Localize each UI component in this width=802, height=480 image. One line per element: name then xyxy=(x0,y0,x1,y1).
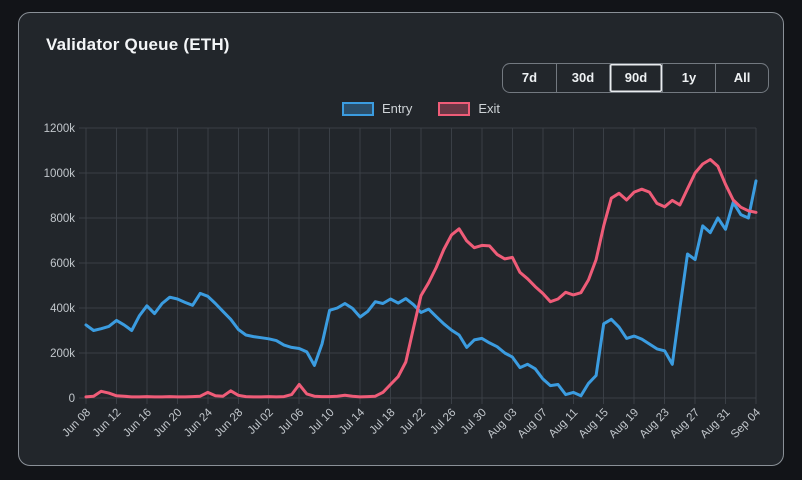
x-axis-label: Jun 08 xyxy=(60,407,93,440)
chart-canvas[interactable]: 0200k400k600k800k1000k1200kJun 08Jun 12J… xyxy=(19,108,783,460)
y-axis-label: 600k xyxy=(50,258,75,270)
axis-labels: 0200k400k600k800k1000k1200kJun 08Jun 12J… xyxy=(44,123,764,441)
x-axis-label: Aug 23 xyxy=(637,407,671,441)
x-axis-label: Jul 26 xyxy=(428,407,458,437)
y-axis-label: 400k xyxy=(50,303,75,315)
x-axis-label: Jul 02 xyxy=(246,407,276,437)
x-axis-label: Jul 22 xyxy=(398,407,428,437)
x-axis-label: Sep 04 xyxy=(729,406,764,441)
validator-queue-card: Validator Queue (ETH) 7d 30d 90d 1y All Entr… xyxy=(18,12,784,466)
x-axis-label: Jul 14 xyxy=(337,406,368,437)
range-button-1y[interactable]: 1y xyxy=(662,64,715,92)
range-button-7d[interactable]: 7d xyxy=(503,64,556,92)
y-axis-label: 0 xyxy=(69,393,75,405)
y-axis-label: 1000k xyxy=(44,168,76,180)
x-axis-label: Jun 12 xyxy=(91,407,124,440)
x-axis-label: Jun 20 xyxy=(152,407,185,440)
y-axis-label: 1200k xyxy=(44,123,76,135)
x-axis-label: Aug 11 xyxy=(547,407,581,441)
page-title: Validator Queue (ETH) xyxy=(46,35,230,54)
grid-lines xyxy=(79,127,757,404)
x-axis-label: Jun 24 xyxy=(182,406,215,439)
y-axis-label: 800k xyxy=(50,213,75,225)
x-axis-label: Jul 06 xyxy=(276,407,306,437)
x-axis-label: Aug 19 xyxy=(607,407,641,441)
range-selector: 7d 30d 90d 1y All xyxy=(502,63,769,93)
x-axis-label: Jun 16 xyxy=(121,407,154,440)
x-axis-label: Jul 10 xyxy=(307,407,337,437)
x-axis-label: Jul 18 xyxy=(367,407,397,437)
page-background: { "card": { "title": "Validator Queue (E… xyxy=(0,0,802,480)
x-axis-label: Jun 28 xyxy=(212,407,245,440)
x-axis-label: Aug 07 xyxy=(516,407,550,441)
x-axis-label: Aug 03 xyxy=(485,407,519,441)
x-axis-label: Aug 31 xyxy=(698,407,732,441)
range-button-90d[interactable]: 90d xyxy=(609,64,662,92)
range-button-all[interactable]: All xyxy=(715,64,768,92)
range-button-30d[interactable]: 30d xyxy=(556,64,609,92)
x-axis-label: Aug 27 xyxy=(668,407,702,441)
x-axis-label: Aug 15 xyxy=(577,407,611,441)
y-axis-label: 200k xyxy=(50,348,75,360)
